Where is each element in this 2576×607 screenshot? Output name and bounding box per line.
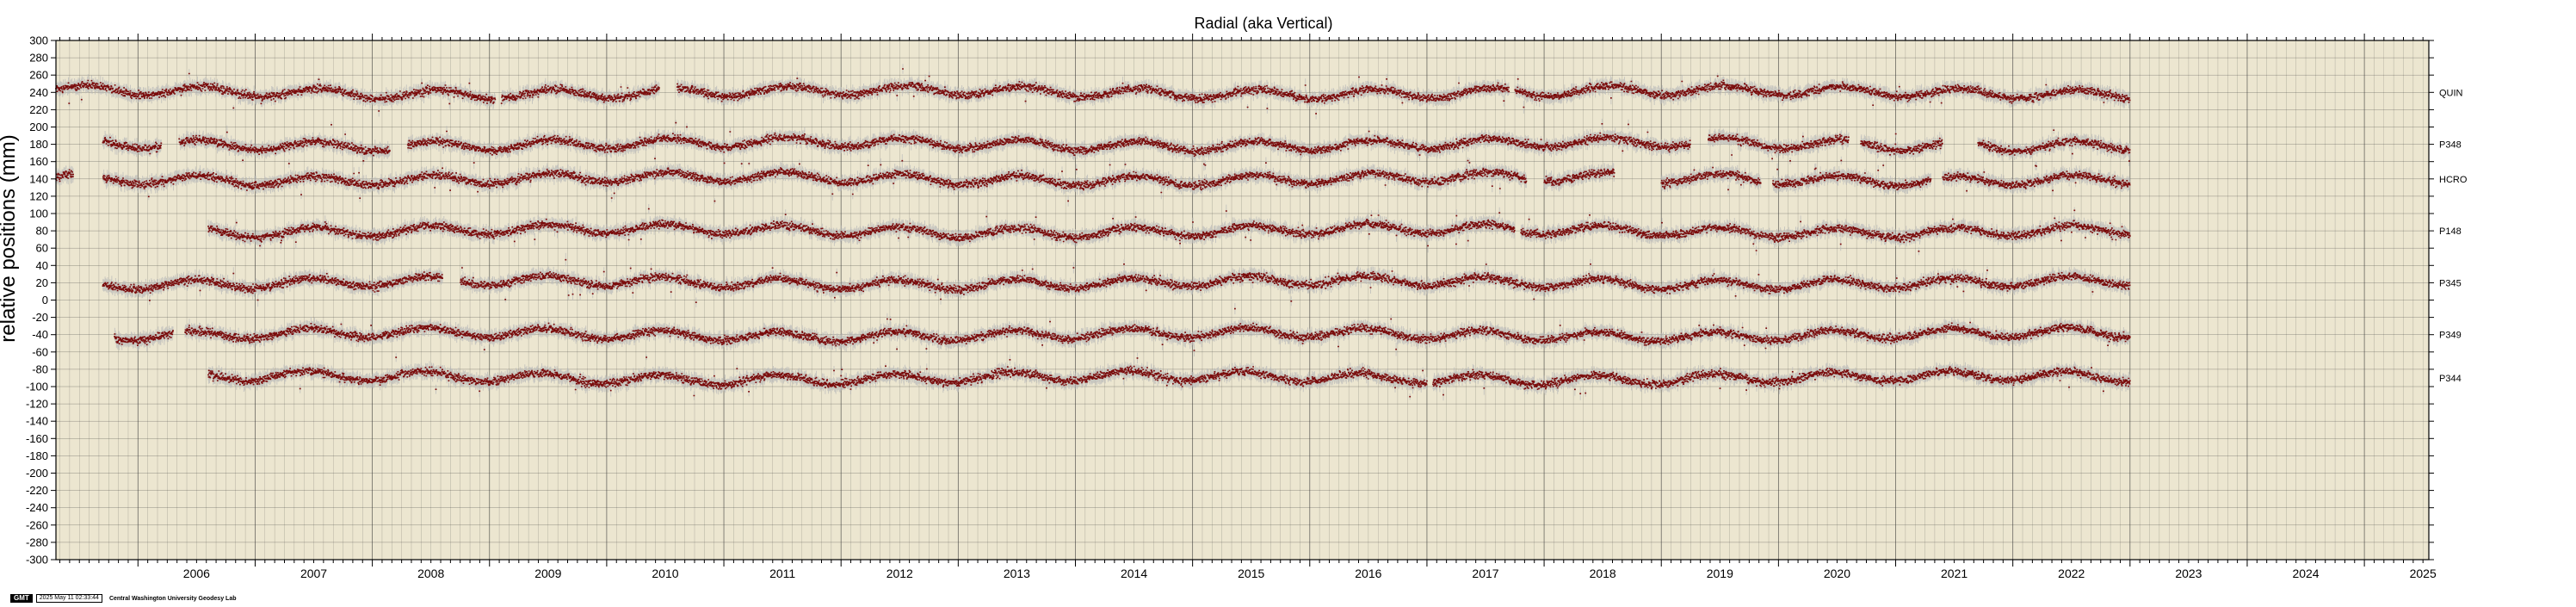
y-tick-label: 240 xyxy=(29,86,48,99)
y-tick-label: -80 xyxy=(32,362,48,375)
y-tick-label: 120 xyxy=(29,189,48,202)
y-tick-label: -60 xyxy=(32,345,48,358)
y-tick-label: 40 xyxy=(36,259,48,272)
x-tick-label: 2017 xyxy=(1472,567,1498,580)
y-tick-label: -200 xyxy=(26,467,48,480)
y-tick-label: 0 xyxy=(42,294,48,307)
station-label-P349: P349 xyxy=(2439,331,2462,341)
y-tick-label: 280 xyxy=(29,52,48,65)
y-tick-labels: 3002802602402202001801601401201008060402… xyxy=(26,34,48,567)
x-tick-label: 2016 xyxy=(1355,567,1381,580)
y-tick-label: 180 xyxy=(29,138,48,151)
x-tick-label: 2006 xyxy=(183,567,210,580)
y-axis-label: relative positions (mm) xyxy=(0,134,20,342)
y-tick-label: 220 xyxy=(29,103,48,116)
y-tick-label: -240 xyxy=(26,501,48,514)
x-tick-label: 2018 xyxy=(1590,567,1616,580)
station-labels: QUIN P348 HCRO P148 P345 P349 P344 xyxy=(2439,88,2468,384)
x-tick-label: 2010 xyxy=(652,567,678,580)
y-tick-label: -120 xyxy=(26,398,48,411)
y-tick-label: 80 xyxy=(36,225,48,238)
y-tick-label: 140 xyxy=(29,172,48,185)
y-tick-label: -140 xyxy=(26,415,48,428)
y-tick-label: -20 xyxy=(32,311,48,324)
x-tick-label: 2007 xyxy=(300,567,327,580)
y-tick-label: -100 xyxy=(26,381,48,393)
x-tick-label: 2022 xyxy=(2058,567,2085,580)
x-tick-label: 2013 xyxy=(1004,567,1030,580)
y-tick-label: -220 xyxy=(26,484,48,497)
x-tick-label: 2024 xyxy=(2292,567,2319,580)
y-tick-label: 160 xyxy=(29,155,48,168)
x-tick-label: 2023 xyxy=(2175,567,2202,580)
y-tick-label: 100 xyxy=(29,207,48,220)
x-tick-label: 2014 xyxy=(1121,567,1147,580)
footer-badge: GMT 2025 May 11 02:33:44 Central Washing… xyxy=(10,594,236,603)
y-tick-label: 20 xyxy=(36,276,48,289)
chart-canvas: Radial (aka Vertical) relative positions… xyxy=(0,15,2468,580)
station-label-HCRO: HCRO xyxy=(2439,175,2468,185)
lab-credit: Central Washington University Geodesy La… xyxy=(108,595,237,602)
station-label-P348: P348 xyxy=(2439,140,2462,151)
x-tick-label: 2011 xyxy=(769,567,795,580)
y-tick-label: -260 xyxy=(26,518,48,531)
x-tick-label: 2025 xyxy=(2410,567,2437,580)
x-tick-label: 2015 xyxy=(1238,567,1264,580)
y-tick-label: -180 xyxy=(26,449,48,462)
y-tick-label: 260 xyxy=(29,69,48,82)
x-tick-label: 2008 xyxy=(417,567,444,580)
y-tick-label: -40 xyxy=(32,328,48,341)
gmt-logo: GMT xyxy=(10,594,33,603)
x-tick-label: 2012 xyxy=(886,567,913,580)
x-tick-label: 2019 xyxy=(1707,567,1733,580)
y-tick-label: -300 xyxy=(26,554,48,567)
station-label-P148: P148 xyxy=(2439,226,2462,237)
chart-title: Radial (aka Vertical) xyxy=(1194,15,1332,32)
x-tick-label: 2021 xyxy=(1941,567,1968,580)
x-tick-labels: 2006 2007 2008 2009 2010 2011 2012 2013 2014 2015… xyxy=(183,567,2437,580)
station-label-P345: P345 xyxy=(2439,278,2462,288)
y-tick-label: 200 xyxy=(29,121,48,133)
station-label-QUIN: QUIN xyxy=(2439,88,2463,98)
x-tick-label: 2020 xyxy=(1824,567,1850,580)
timestamp: 2025 May 11 02:33:44 xyxy=(35,594,102,603)
y-tick-label: -160 xyxy=(26,432,48,445)
x-tick-label: 2009 xyxy=(534,567,561,580)
y-tick-label: 60 xyxy=(36,242,48,255)
y-tick-label: 300 xyxy=(29,34,48,47)
station-label-P344: P344 xyxy=(2439,374,2462,384)
y-tick-label: -280 xyxy=(26,536,48,548)
